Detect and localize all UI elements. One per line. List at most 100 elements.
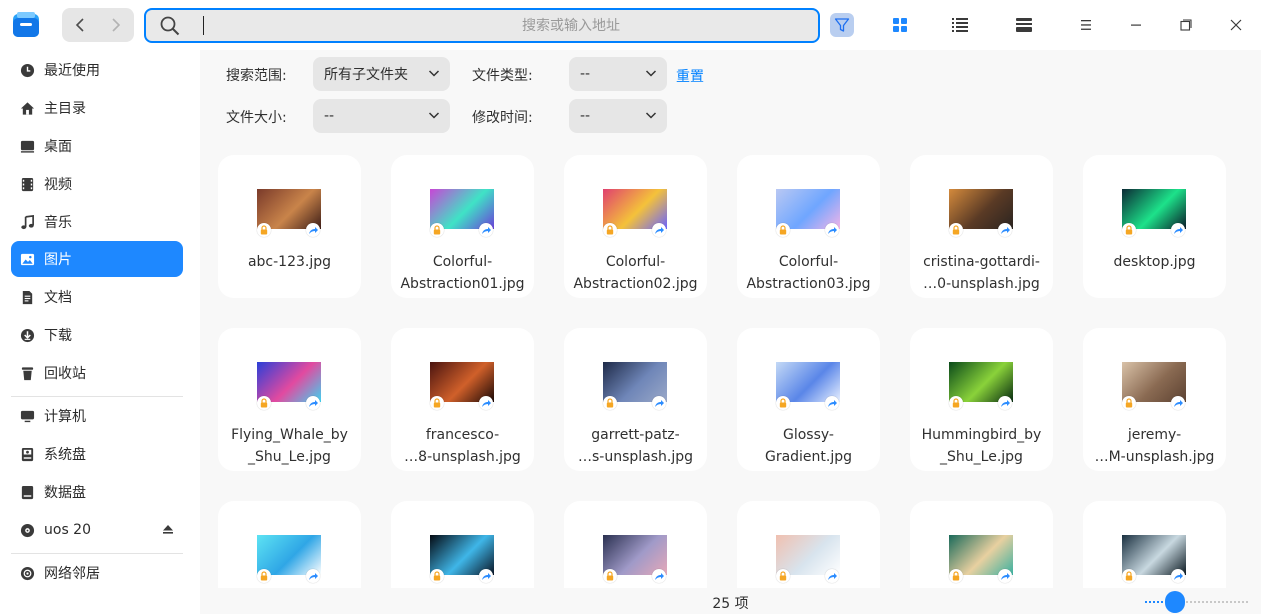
chevron-down-icon [645,70,657,77]
sidebar-item-system-disk[interactable]: 系统盘 [11,436,183,472]
lock-icon [949,223,963,237]
file-name-line: Flying_Whale_by [231,427,348,443]
trash-icon [19,365,35,381]
sidebar-item-network[interactable]: 网络邻居 [11,555,183,591]
file-item[interactable]: Colorful- Abstraction03.jpg [737,155,880,298]
file-item[interactable]: Flying_Whale_by _Shu_Le.jpg [218,328,361,471]
close-button[interactable] [1226,15,1246,35]
file-type-select[interactable]: -- [569,57,667,91]
modified-time-select[interactable]: -- [569,99,667,133]
file-name: desktop.jpg [1083,251,1226,273]
minimize-button[interactable] [1126,15,1146,35]
file-item[interactable]: desktop.jpg [1083,155,1226,298]
list-view-icon [952,18,968,32]
sidebar-item-optical-disc[interactable]: uos 20 [11,512,183,548]
file-item[interactable]: Colorful- Abstraction01.jpg [391,155,534,298]
file-item[interactable]: garrett-patz- …s-unsplash.jpg [564,328,707,471]
lock-icon [776,396,790,410]
sidebar-item-desktop[interactable]: 桌面 [11,128,183,164]
file-name-line: Abstraction03.jpg [746,276,871,292]
file-item[interactable]: cristina-gottardi- …0-unsplash.jpg [910,155,1053,298]
main-menu-button[interactable] [1076,15,1096,35]
search-scope-label: 搜索范围: [226,68,287,84]
search-input[interactable] [206,10,806,41]
file-name: cristina-gottardi- …0-unsplash.jpg [910,251,1053,295]
file-item[interactable]: jeremy- …M-unsplash.jpg [1083,328,1226,471]
file-view: 搜索范围: 所有子文件夹 文件类型: -- 重置 文件大小: -- 修改时间: … [200,50,1261,614]
sidebar-item-data-disk[interactable]: 数据盘 [11,474,183,510]
slider-handle[interactable] [1165,591,1185,613]
file-name-line: Colorful- [605,254,666,270]
desktop-icon [19,138,35,154]
network-icon [19,565,35,581]
file-name-line: …8-unsplash.jpg [404,449,521,465]
sidebar-item-videos[interactable]: 视频 [11,166,183,202]
file-size-select[interactable]: -- [313,99,450,133]
sidebar-item-home[interactable]: 主目录 [11,90,183,126]
reset-filters-link[interactable]: 重置 [676,66,704,86]
sidebar-item-label: 系统盘 [44,447,86,463]
file-item[interactable]: abc-123.jpg [218,155,361,298]
maximize-button[interactable] [1176,15,1196,35]
search-icon [160,16,180,36]
document-icon [19,289,35,305]
sidebar-item-downloads[interactable]: 下载 [11,317,183,353]
file-name: Hummingbird_by _Shu_Le.jpg [910,424,1053,468]
grid-view-icon [893,18,907,32]
icon-view-button[interactable] [890,15,910,35]
sidebar-item-label: uos 20 [44,522,91,538]
share-icon [1171,396,1185,410]
eject-button[interactable] [163,525,173,537]
file-item[interactable]: Colorful- Abstraction02.jpg [564,155,707,298]
file-item[interactable]: Hummingbird_by _Shu_Le.jpg [910,328,1053,471]
lock-icon [257,396,271,410]
sidebar-item-label: 主目录 [44,101,86,117]
file-name: Colorful- Abstraction03.jpg [737,251,880,295]
tree-view-button[interactable] [1014,15,1034,35]
file-size-value: -- [324,108,335,124]
file-name-line: Colorful- [778,254,839,270]
back-button[interactable] [62,8,98,42]
file-item[interactable]: Glossy- Gradient.jpg [737,328,880,471]
icon-size-slider[interactable] [1145,591,1248,613]
share-icon [998,396,1012,410]
sidebar: 最近使用 主目录 桌面 视频 音乐 图片 文档 下载 回收站 计算机 系统盘 数… [0,50,200,614]
picture-icon [19,251,35,267]
sidebar-item-pictures[interactable]: 图片 [11,241,183,277]
modified-time-label: 修改时间: [472,110,533,126]
share-icon [652,396,666,410]
lock-icon [776,223,790,237]
lock-icon [603,569,617,583]
share-icon [1171,569,1185,583]
share-icon [479,396,493,410]
sidebar-item-trash[interactable]: 回收站 [11,355,183,391]
chevron-down-icon [428,112,440,119]
sidebar-item-recent[interactable]: 最近使用 [11,52,183,88]
file-name: Flying_Whale_by _Shu_Le.jpg [218,424,361,468]
lock-icon [257,223,271,237]
sidebar-item-documents[interactable]: 文档 [11,279,183,315]
sidebar-item-music[interactable]: 音乐 [11,204,183,240]
filter-toggle-button[interactable] [830,13,854,37]
disk-icon [19,484,35,500]
restore-icon [1180,19,1192,31]
sidebar-item-label: 视频 [44,177,72,193]
address-search-box[interactable] [144,8,820,43]
file-name: Glossy- Gradient.jpg [737,424,880,468]
lock-icon [1122,396,1136,410]
slider-track-filled [1145,601,1167,603]
sidebar-item-label: 音乐 [44,215,72,231]
sidebar-item-label: 网络邻居 [44,566,100,582]
list-view-button[interactable] [950,15,970,35]
sidebar-item-computer[interactable]: 计算机 [11,398,183,434]
file-name-line: cristina-gottardi- [923,254,1040,270]
disk-icon [19,446,35,462]
file-name-line: …M-unsplash.jpg [1094,449,1215,465]
status-bar: 25 项 [200,588,1261,614]
home-icon [19,100,35,116]
search-scope-select[interactable]: 所有子文件夹 [313,57,450,91]
share-icon [825,223,839,237]
lock-icon [1122,223,1136,237]
file-item[interactable]: francesco- …8-unsplash.jpg [391,328,534,471]
forward-button[interactable] [98,8,134,42]
